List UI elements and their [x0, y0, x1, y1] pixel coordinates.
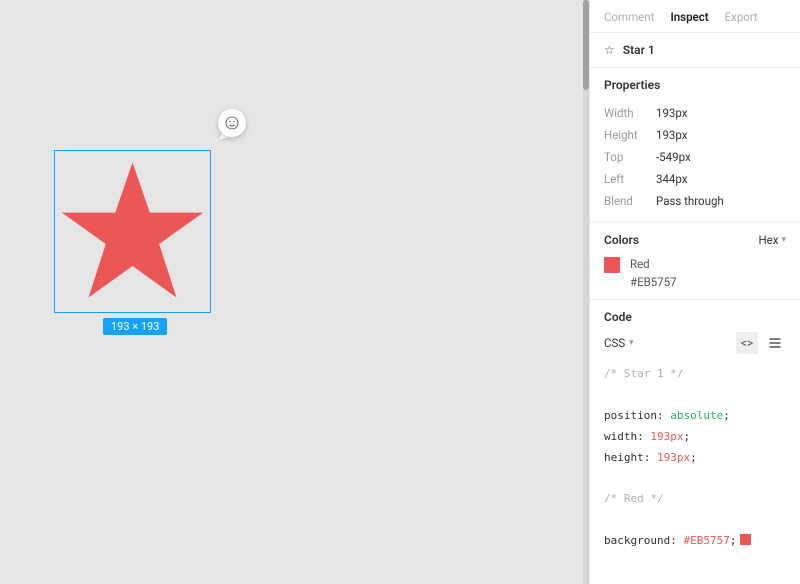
properties-title: Properties	[604, 78, 786, 92]
code-hex: #EB5757	[683, 534, 729, 547]
object-name: Star 1	[623, 43, 655, 57]
color-name: Red	[630, 257, 677, 271]
code-comment: /* Red */	[604, 492, 664, 505]
color-row[interactable]: Red #EB5757	[604, 257, 786, 289]
prop-blend[interactable]: Blend Pass through	[604, 190, 786, 212]
prop-value: Pass through	[656, 194, 724, 208]
color-swatch[interactable]	[604, 257, 620, 273]
code-language-select[interactable]: CSS ▾	[604, 336, 634, 350]
tab-inspect[interactable]: Inspect	[670, 10, 708, 24]
prop-label: Width	[604, 106, 656, 120]
code-text: ;	[690, 451, 697, 464]
prop-value: 344px	[656, 172, 687, 186]
prop-value: -549px	[656, 150, 691, 164]
code-title: Code	[604, 310, 632, 324]
canvas-scrollbar[interactable]	[583, 0, 589, 584]
canvas[interactable]: 193 × 193	[0, 0, 589, 584]
code-text: background:	[604, 534, 683, 547]
prop-label: Height	[604, 128, 656, 142]
panel-tabs: Comment Inspect Export	[590, 0, 800, 33]
inspect-panel: Comment Inspect Export ☆ Star 1 Properti…	[589, 0, 800, 584]
multiplayer-cursor	[218, 109, 246, 137]
prop-width[interactable]: Width 193px	[604, 102, 786, 124]
code-section: Code CSS ▾ <> /* Star 1 */ position: abs…	[590, 300, 800, 584]
color-format-label: Hex	[758, 233, 778, 247]
face-icon	[224, 115, 240, 131]
prop-label: Blend	[604, 194, 656, 208]
code-block[interactable]: /* Star 1 */ position: absolute; width: …	[604, 364, 786, 552]
code-keyword: absolute	[670, 409, 723, 422]
code-number: 193px	[650, 430, 683, 443]
chevron-down-icon: ▾	[781, 235, 786, 245]
prop-label: Top	[604, 150, 656, 164]
code-text: ;	[730, 534, 737, 547]
code-view-icon[interactable]: <>	[736, 332, 758, 354]
tab-export[interactable]: Export	[725, 10, 758, 24]
tab-comment[interactable]: Comment	[604, 10, 654, 24]
color-hex: #EB5757	[630, 275, 677, 289]
code-text: ;	[683, 430, 690, 443]
code-text: ;	[723, 409, 730, 422]
scrollbar-thumb[interactable]	[583, 0, 589, 90]
colors-title: Colors	[604, 233, 639, 247]
prop-value: 193px	[656, 128, 687, 142]
properties-section: Properties Width 193px Height 193px Top …	[590, 68, 800, 223]
color-format-select[interactable]: Hex ▾	[758, 233, 786, 247]
star-icon: ☆	[604, 43, 615, 57]
code-number: 193px	[657, 451, 690, 464]
selection-outline[interactable]	[54, 150, 211, 313]
inline-color-swatch[interactable]	[740, 534, 751, 545]
code-text: height:	[604, 451, 657, 464]
dimension-badge: 193 × 193	[103, 318, 167, 335]
prop-value: 193px	[656, 106, 687, 120]
prop-height[interactable]: Height 193px	[604, 124, 786, 146]
prop-top[interactable]: Top -549px	[604, 146, 786, 168]
selected-object-row[interactable]: ☆ Star 1	[590, 33, 800, 68]
code-comment: /* Star 1 */	[604, 367, 683, 380]
code-language-label: CSS	[604, 336, 625, 350]
prop-label: Left	[604, 172, 656, 186]
list-view-icon[interactable]	[764, 332, 786, 354]
chevron-down-icon: ▾	[629, 338, 634, 348]
code-text: position:	[604, 409, 670, 422]
code-text: width:	[604, 430, 650, 443]
prop-left[interactable]: Left 344px	[604, 168, 786, 190]
colors-section: Colors Hex ▾ Red #EB5757	[590, 223, 800, 300]
